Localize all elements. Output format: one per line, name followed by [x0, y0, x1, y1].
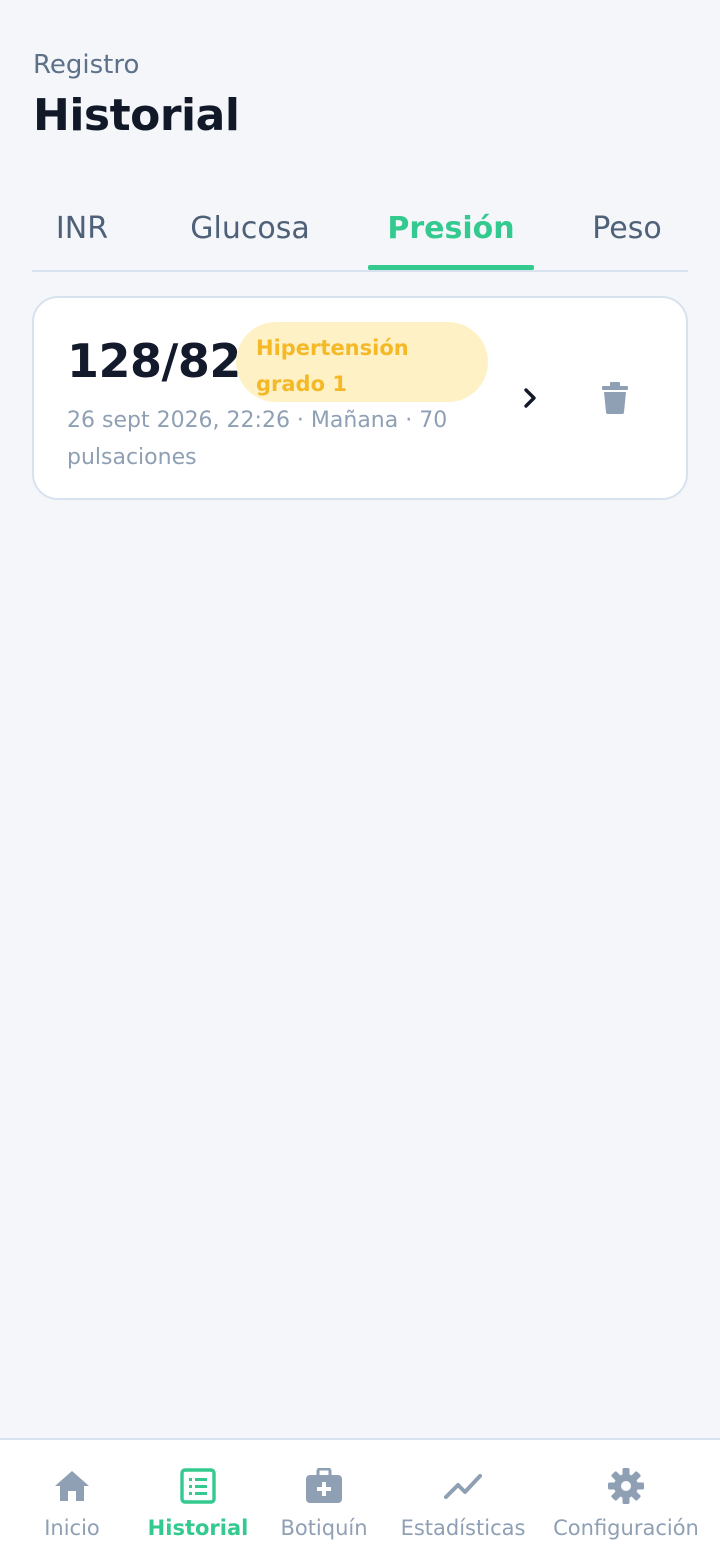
record-meta: 26 sept 2026, 22:26 · Mañana · 70 pulsac…: [67, 408, 448, 470]
nav-item-inicio[interactable]: Inicio: [22, 1440, 122, 1560]
page-title: Historial: [33, 90, 240, 141]
list-icon: [178, 1466, 218, 1506]
tab-inr[interactable]: INR: [32, 186, 132, 270]
active-tab-indicator: [368, 265, 534, 270]
nav-label-botiquin: Botiquín: [280, 1516, 368, 1540]
bottom-navigation: Inicio Historial Botiquín Estadísticas C…: [0, 1438, 720, 1560]
home-icon: [52, 1466, 92, 1506]
nav-item-historial[interactable]: Historial: [148, 1440, 248, 1560]
page-eyebrow: Registro: [33, 50, 140, 80]
tab-presion[interactable]: Presión: [368, 186, 534, 270]
nav-label-estadisticas: Estadísticas: [400, 1516, 526, 1540]
nav-label-historial: Historial: [147, 1516, 249, 1540]
nav-item-configuracion[interactable]: Configuración: [552, 1440, 700, 1560]
tab-peso[interactable]: Peso: [584, 186, 670, 270]
nav-item-botiquin[interactable]: Botiquín: [274, 1440, 374, 1560]
status-badge: Hipertensión grado 1: [236, 322, 488, 402]
medical-kit-icon: [304, 1466, 344, 1506]
nav-label-configuracion: Configuración: [553, 1516, 699, 1540]
chevron-right-icon[interactable]: [518, 384, 542, 412]
gear-icon: [606, 1466, 646, 1506]
record-reading: 128/82: [67, 334, 241, 388]
nav-label-inicio: Inicio: [44, 1516, 100, 1540]
page-header: Registro Historial: [33, 50, 240, 141]
trash-icon[interactable]: [600, 382, 630, 414]
trending-icon: [443, 1466, 483, 1506]
nav-item-estadisticas[interactable]: Estadísticas: [396, 1440, 530, 1560]
record-card[interactable]: 128/82 Hipertensión grado 1 26 sept 2026…: [32, 296, 688, 500]
tab-bar: INR Glucosa Presión Peso: [32, 186, 688, 272]
tab-glucosa[interactable]: Glucosa: [172, 186, 328, 270]
